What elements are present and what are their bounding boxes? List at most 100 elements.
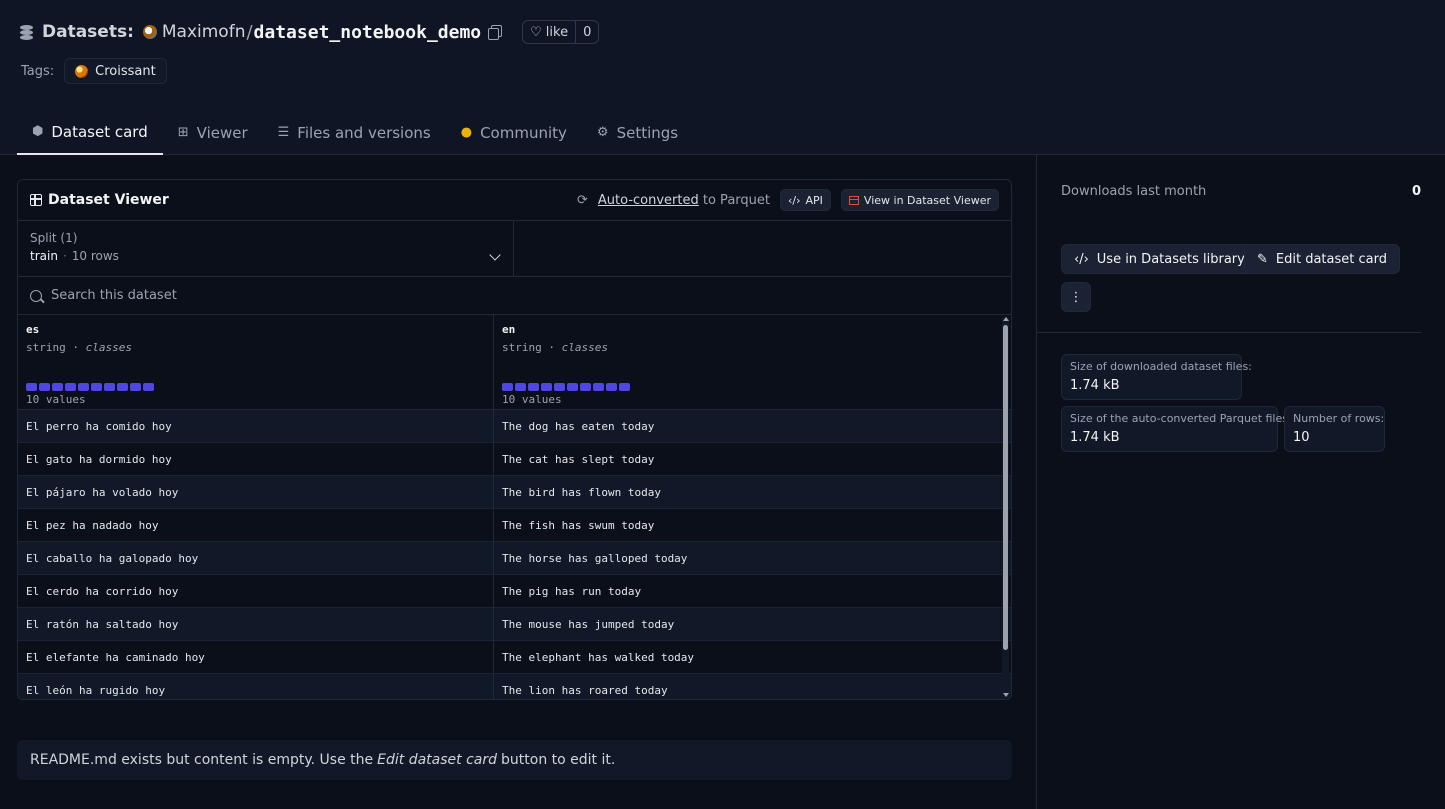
readme-emphasis: Edit dataset card bbox=[377, 752, 498, 768]
repo-tabs: ⬢ Dataset card ⊞ Viewer ☰ Files and vers… bbox=[17, 110, 693, 155]
tab-settings[interactable]: ⚙ Settings bbox=[582, 110, 693, 155]
column-header-es[interactable]: es string · classes 10 values bbox=[18, 315, 494, 409]
cell-es[interactable]: El león ha rugido hoy bbox=[18, 674, 494, 699]
more-options-button[interactable]: ⋮ bbox=[1061, 282, 1091, 312]
cell-en[interactable]: The bird has flown today bbox=[494, 476, 1001, 508]
value-bar[interactable] bbox=[143, 383, 154, 391]
value-bar[interactable] bbox=[541, 383, 552, 391]
value-bar[interactable] bbox=[130, 383, 141, 391]
column-type: string bbox=[502, 341, 542, 354]
auto-converted-link[interactable]: Auto-converted bbox=[598, 193, 699, 208]
view-in-viewer-button[interactable]: View in Dataset Viewer bbox=[840, 189, 999, 211]
edit-dataset-card-button[interactable]: ✎ Edit dataset card bbox=[1244, 244, 1400, 274]
value-bar[interactable] bbox=[606, 383, 617, 391]
value-bar[interactable] bbox=[593, 383, 604, 391]
tag-croissant[interactable]: Croissant bbox=[64, 58, 167, 84]
cell-es[interactable]: El caballo ha galopado hoy bbox=[18, 542, 494, 574]
cell-es[interactable]: El perro ha comido hoy bbox=[18, 410, 494, 442]
owner-link[interactable]: Maximofn bbox=[162, 22, 246, 42]
value-bar[interactable] bbox=[117, 383, 128, 391]
cell-en[interactable]: The lion has roared today bbox=[494, 674, 1001, 699]
table-row[interactable]: El cerdo ha corrido hoy The pig has run t… bbox=[18, 575, 1011, 608]
cell-es[interactable]: El elefante ha caminado hoy bbox=[18, 641, 494, 673]
table-row[interactable]: El pez ha nadado hoy The fish has swum to… bbox=[18, 509, 1011, 542]
like-button[interactable]: ♡ like 0 bbox=[522, 20, 600, 44]
column-kind: classes bbox=[561, 341, 608, 354]
cell-en[interactable]: The mouse has jumped today bbox=[494, 608, 1001, 640]
value-bar[interactable] bbox=[580, 383, 591, 391]
value-bar[interactable] bbox=[65, 383, 76, 391]
cell-es[interactable]: El gato ha dormido hoy bbox=[18, 443, 494, 475]
cell-es[interactable]: El ratón ha saltado hoy bbox=[18, 608, 494, 640]
stat-label: Number of rows: bbox=[1293, 412, 1385, 425]
table-row[interactable]: El gato ha dormido hoy The cat has slept … bbox=[18, 443, 1011, 476]
tab-label: Viewer bbox=[196, 123, 248, 142]
column-header-en[interactable]: en string · classes 10 values bbox=[494, 315, 1001, 409]
api-button[interactable]: ‹/› API bbox=[779, 189, 831, 211]
copy-icon[interactable] bbox=[488, 25, 503, 40]
cell-es[interactable]: El pez ha nadado hoy bbox=[18, 509, 494, 541]
downloads-row: Downloads last month 0 bbox=[1061, 184, 1421, 199]
value-bar[interactable] bbox=[91, 383, 102, 391]
value-bar[interactable] bbox=[528, 383, 539, 391]
kebab-icon: ⋮ bbox=[1069, 289, 1083, 305]
cell-en[interactable]: The pig has run today bbox=[494, 575, 1001, 607]
value-bar[interactable] bbox=[619, 383, 630, 391]
cell-es[interactable]: El cerdo ha corrido hoy bbox=[18, 575, 494, 607]
value-bar[interactable] bbox=[104, 383, 115, 391]
stat-download-size: Size of downloaded dataset files: 1.74 k… bbox=[1061, 354, 1252, 400]
tab-dataset-card[interactable]: ⬢ Dataset card bbox=[17, 110, 163, 155]
table-row[interactable]: El pájaro ha volado hoy The bird has flow… bbox=[18, 476, 1011, 509]
scrollbar[interactable] bbox=[1002, 317, 1009, 697]
cell-en[interactable]: The dog has eaten today bbox=[494, 410, 1001, 442]
stat-parquet-size: Size of the auto-converted Parquet files… bbox=[1061, 406, 1292, 452]
cell-en[interactable]: The horse has galloped today bbox=[494, 542, 1001, 574]
stat-number-of-rows: Number of rows: 10 bbox=[1284, 406, 1385, 452]
value-bar[interactable] bbox=[515, 383, 526, 391]
button-label: Edit dataset card bbox=[1275, 251, 1387, 267]
column-kind: classes bbox=[85, 341, 132, 354]
cell-en[interactable]: The cat has slept today bbox=[494, 443, 1001, 475]
scroll-thumb[interactable] bbox=[1003, 325, 1008, 650]
like-count: 0 bbox=[583, 24, 592, 40]
table-row[interactable]: El caballo ha galopado hoy The horse has … bbox=[18, 542, 1011, 575]
tab-community[interactable]: ● Community bbox=[446, 110, 582, 155]
value-bar[interactable] bbox=[554, 383, 565, 391]
table-row[interactable]: El león ha rugido hoy The lion has roared… bbox=[18, 674, 1011, 699]
like-label: like bbox=[545, 24, 569, 40]
tab-viewer[interactable]: ⊞ Viewer bbox=[163, 110, 263, 155]
table-icon bbox=[848, 195, 859, 205]
stat-value: 10 bbox=[1293, 430, 1310, 445]
path-separator: / bbox=[246, 21, 253, 43]
table-row[interactable]: El perro ha comido hoy The dog has eaten … bbox=[18, 410, 1011, 443]
split-selector[interactable]: Split (1) train · 10 rows bbox=[18, 221, 514, 276]
column-name: es bbox=[26, 323, 40, 336]
pencil-icon: ✎ bbox=[1257, 251, 1268, 267]
value-bar[interactable] bbox=[39, 383, 50, 391]
column-divider bbox=[1036, 155, 1037, 809]
table-row[interactable]: El ratón ha saltado hoy The mouse has jum… bbox=[18, 608, 1011, 641]
search-input[interactable] bbox=[51, 288, 551, 303]
value-bar[interactable] bbox=[567, 383, 578, 391]
use-in-datasets-library-button[interactable]: ‹/› Use in Datasets library bbox=[1061, 244, 1258, 274]
value-bar[interactable] bbox=[26, 383, 37, 391]
avatar[interactable] bbox=[142, 25, 157, 39]
value-bar[interactable] bbox=[78, 383, 89, 391]
files-icon: ☰ bbox=[277, 125, 290, 140]
cell-en[interactable]: The fish has swum today bbox=[494, 509, 1001, 541]
section-label[interactable]: Datasets: bbox=[42, 22, 134, 42]
repo-name[interactable]: dataset_notebook_demo bbox=[254, 22, 482, 43]
scroll-down-icon[interactable] bbox=[1003, 693, 1009, 697]
value-bar[interactable] bbox=[502, 383, 513, 391]
tab-label: Dataset card bbox=[51, 122, 148, 141]
stat-label: Size of downloaded dataset files: bbox=[1070, 360, 1252, 373]
sidebar-divider bbox=[1037, 332, 1421, 333]
scroll-up-icon[interactable] bbox=[1003, 317, 1009, 321]
tab-files-and-versions[interactable]: ☰ Files and versions bbox=[263, 110, 446, 155]
readme-text: README.md exists but content is empty. U… bbox=[30, 752, 374, 768]
split-name: train bbox=[30, 249, 58, 263]
value-bar[interactable] bbox=[52, 383, 63, 391]
cell-es[interactable]: El pájaro ha volado hoy bbox=[18, 476, 494, 508]
cell-en[interactable]: The elephant has walked today bbox=[494, 641, 1001, 673]
table-row[interactable]: El elefante ha caminado hoy The elephant … bbox=[18, 641, 1011, 674]
